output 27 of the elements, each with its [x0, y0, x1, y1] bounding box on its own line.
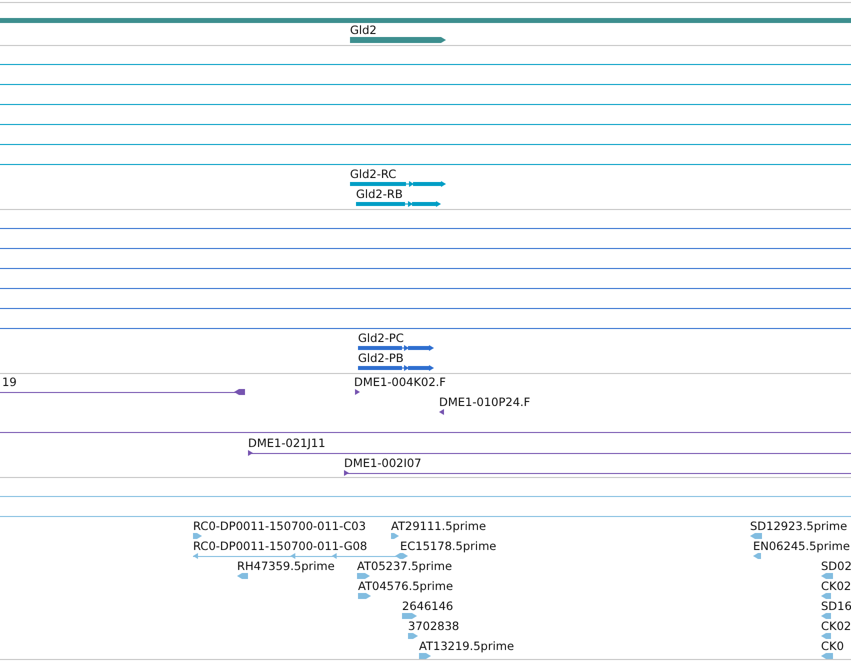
feature-label: CK02	[821, 579, 851, 593]
feature-label: 3702838	[408, 619, 460, 633]
feature-label: DME1-004K02.F	[354, 375, 446, 389]
feature-label: AT04576.5prime	[358, 579, 454, 593]
feature-label: AT29111.5prime	[391, 519, 486, 533]
feature-label: CK0	[821, 639, 844, 653]
feature-label: 19	[2, 375, 17, 389]
feature-label: SD12923.5prime	[750, 519, 848, 533]
feature-label: RC0-DP0011-150700-011-C03	[193, 519, 366, 533]
feature-label: EC15178.5prime	[400, 539, 496, 553]
feature-label: Gld2-RC	[350, 167, 396, 181]
feature-label: AT13219.5prime	[419, 639, 514, 653]
feature-label: Gld2-PC	[358, 331, 404, 345]
feature-label: RH47359.5prime	[237, 559, 335, 573]
feature-label: Gld2-PB	[358, 351, 404, 365]
feature-label: DME1-002I07	[344, 456, 422, 470]
feature-label: 2646146	[402, 599, 454, 613]
feature-label: Gld2-RB	[356, 187, 403, 201]
feature-label: RC0-DP0011-150700-011-G08	[193, 539, 368, 553]
feature-label: CK02	[821, 619, 851, 633]
feature-label: SD02	[821, 559, 851, 573]
feature-label: Gld2	[350, 23, 377, 37]
feature-label: DME1-021J11	[248, 436, 326, 450]
feature-label: SD16	[821, 599, 851, 613]
feature-label: EN06245.5prime	[753, 539, 850, 553]
feature-label: AT05237.5prime	[357, 559, 452, 573]
feature-label: DME1-010P24.F	[439, 395, 530, 409]
